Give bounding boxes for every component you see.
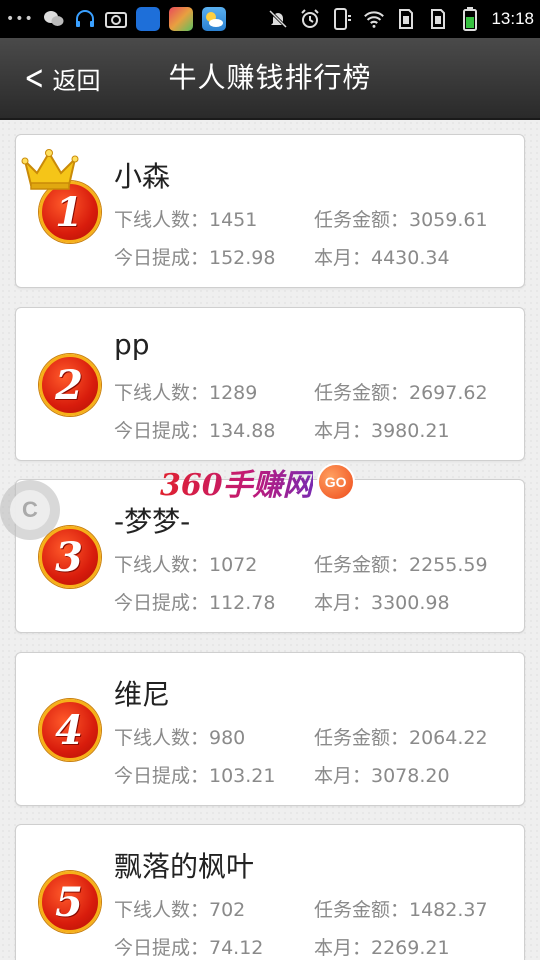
- task-amount: 任务金额：2255.59: [314, 554, 488, 576]
- user-name: pp: [114, 328, 150, 361]
- rank-medal: 4: [39, 699, 101, 761]
- today-commission: 今日提成：103.21: [114, 765, 276, 787]
- sim1-icon: [395, 8, 417, 30]
- task-amount: 任务金额：2697.62: [314, 382, 488, 404]
- rank-medal: 2: [39, 354, 101, 416]
- month-amount: 本月：3078.20: [314, 765, 450, 787]
- downline-count: 下线人数：1072: [114, 554, 258, 576]
- crown-icon: [21, 149, 79, 190]
- phone-signal-icon: [331, 8, 353, 30]
- downline-count: 下线人数：702: [114, 899, 246, 921]
- app-colorful-icon: [168, 7, 193, 31]
- downline-count: 下线人数：1451: [114, 209, 258, 231]
- wifi-icon: [363, 8, 385, 30]
- app-blue-icon: [135, 7, 160, 31]
- floating-assist-button[interactable]: C: [0, 480, 60, 540]
- floating-assist-icon: C: [10, 490, 50, 530]
- status-bar-left: •••: [6, 0, 226, 38]
- ranking-card[interactable]: 4 维尼 下线人数：980 任务金额：2064.22 今日提成：103.21 本…: [15, 652, 525, 806]
- task-amount: 任务金额：2064.22: [314, 727, 488, 749]
- rank-number: 5: [55, 878, 83, 926]
- status-bar: ••• 13:18: [0, 0, 540, 38]
- ranking-list[interactable]: 1 小森 下线人数：1451 任务金额：3059.61 今日提成：152.98 …: [0, 120, 540, 960]
- headset-icon: [74, 8, 96, 30]
- task-amount: 任务金额：3059.61: [314, 209, 488, 231]
- alarm-icon: [299, 8, 321, 30]
- month-amount: 本月：2269.21: [314, 937, 450, 959]
- app-header: 牛人赚钱排行榜 < 返回: [0, 38, 540, 120]
- chevron-left-icon: <: [24, 58, 45, 98]
- rank-number: 4: [55, 706, 83, 754]
- user-name: 飘落的枫叶: [114, 850, 255, 883]
- month-amount: 本月：4430.34: [314, 247, 450, 269]
- more-dots: •••: [6, 11, 34, 27]
- ranking-card[interactable]: 5 飘落的枫叶 下线人数：702 任务金额：1482.37 今日提成：74.12…: [15, 824, 525, 960]
- site-watermark: 360手赚网 GO: [160, 460, 355, 504]
- rank-number: 2: [55, 361, 83, 409]
- user-name: 小森: [114, 160, 171, 193]
- user-name: 维尼: [114, 678, 171, 711]
- clock-time: 13:18: [491, 9, 534, 28]
- month-amount: 本月：3300.98: [314, 592, 450, 614]
- user-name: -梦梦-: [114, 505, 191, 538]
- camera-icon: [104, 8, 127, 30]
- today-commission: 今日提成：112.78: [114, 592, 276, 614]
- back-label: 返回: [52, 66, 101, 95]
- status-bar-right: 13:18: [267, 0, 534, 38]
- sim2-icon: [427, 8, 449, 30]
- rank-number: 1: [55, 188, 83, 236]
- month-amount: 本月：3980.21: [314, 420, 450, 442]
- today-commission: 今日提成：134.88: [114, 420, 276, 442]
- downline-count: 下线人数：1289: [114, 382, 258, 404]
- rank-medal: 5: [39, 871, 101, 933]
- back-button[interactable]: < 返回: [20, 38, 101, 118]
- ranking-card[interactable]: 1 小森 下线人数：1451 任务金额：3059.61 今日提成：152.98 …: [15, 134, 525, 288]
- downline-count: 下线人数：980: [114, 727, 246, 749]
- mute-icon: [267, 8, 289, 30]
- watermark-text: 360手赚网: [160, 460, 313, 504]
- today-commission: 今日提成：152.98: [114, 247, 276, 269]
- rank-medal: 3: [39, 526, 101, 588]
- today-commission: 今日提成：74.12: [114, 937, 264, 959]
- watermark-go-badge: GO: [316, 463, 355, 501]
- task-amount: 任务金额：1482.37: [314, 899, 488, 921]
- weather-icon: [201, 7, 226, 31]
- battery-icon: [459, 7, 481, 31]
- ranking-card[interactable]: 2 pp 下线人数：1289 任务金额：2697.62 今日提成：134.88 …: [15, 307, 525, 461]
- rank-number: 3: [55, 533, 83, 581]
- wechat-icon: [43, 8, 65, 30]
